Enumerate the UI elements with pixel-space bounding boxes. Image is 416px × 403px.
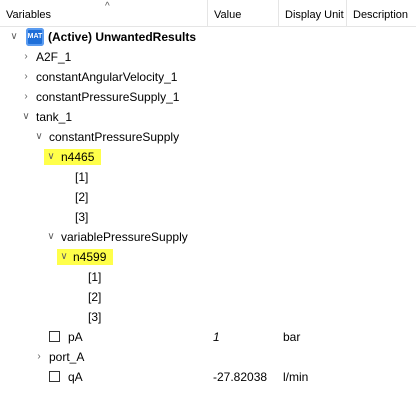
unit-qA[interactable]: l/min xyxy=(283,367,308,387)
tree-row-root[interactable]: ∨ MAT (Active) UnwantedResults xyxy=(0,27,416,47)
tree-row-constant-pressure-supply-1[interactable]: › constantPressureSupply_1 xyxy=(0,87,416,107)
column-header-description[interactable]: Description xyxy=(347,0,416,26)
tree-row-index[interactable]: [1] xyxy=(0,267,416,287)
expand-arrow-icon[interactable]: › xyxy=(20,89,32,105)
tree-label-tank-constant-pressure-supply: constantPressureSupply xyxy=(49,130,180,144)
tree-row-a2f[interactable]: › A2F_1 xyxy=(0,47,416,67)
tree-row-index[interactable]: [2] xyxy=(0,187,416,207)
tree-label-constant-pressure-supply-1: constantPressureSupply_1 xyxy=(36,90,180,104)
tree-row-pA[interactable]: pA 1 bar xyxy=(0,327,416,347)
tree-label-index-1: [1] xyxy=(75,170,89,184)
tree-row-tank-constant-pressure-supply[interactable]: ∨ constantPressureSupply xyxy=(0,127,416,147)
unit-pA[interactable]: bar xyxy=(283,327,300,347)
tree-label-index-3: [3] xyxy=(88,310,102,324)
tree-row-port-A[interactable]: › port_A xyxy=(0,347,416,367)
collapse-arrow-icon[interactable]: ∨ xyxy=(45,229,57,245)
expand-arrow-icon[interactable]: › xyxy=(33,349,45,365)
tree-label-n4599: n4599 xyxy=(73,250,107,264)
tree-row-index[interactable]: [2] xyxy=(0,287,416,307)
mat-file-icon: MAT xyxy=(26,28,44,46)
expand-arrow-icon[interactable]: › xyxy=(20,69,32,85)
plot-checkbox[interactable] xyxy=(49,371,60,382)
column-header-variables[interactable]: Variables xyxy=(0,0,208,26)
tree-row-index[interactable]: [1] xyxy=(0,167,416,187)
tree-label-index-2: [2] xyxy=(88,290,102,304)
tree-label-a2f: A2F_1 xyxy=(36,50,72,64)
tree-label-port-A: port_A xyxy=(49,350,85,364)
tree-label-qA: qA xyxy=(68,370,83,384)
expand-arrow-icon[interactable]: › xyxy=(20,49,32,65)
tree-label-constant-angular-velocity: constantAngularVelocity_1 xyxy=(36,70,178,84)
column-header-display-unit[interactable]: Display Unit xyxy=(279,0,347,26)
tree-row-index[interactable]: [3] xyxy=(0,307,416,327)
collapse-arrow-icon[interactable]: ∨ xyxy=(20,109,32,125)
plot-checkbox[interactable] xyxy=(49,331,60,342)
tree-row-constant-angular-velocity[interactable]: › constantAngularVelocity_1 xyxy=(0,67,416,87)
value-pA[interactable]: 1 xyxy=(213,327,220,347)
tree-label-pA: pA xyxy=(68,330,83,344)
tree-row-tank[interactable]: ∨ tank_1 xyxy=(0,107,416,127)
tree-row-variable-pressure-supply[interactable]: ∨ variablePressureSupply xyxy=(0,227,416,247)
tree-label-n4465: n4465 xyxy=(61,150,95,164)
tree-label-index-1: [1] xyxy=(88,270,102,284)
tree-label-index-3: [3] xyxy=(75,210,89,224)
tree-label-tank: tank_1 xyxy=(36,110,73,124)
tree-row-n4465[interactable]: ∨ n4465 xyxy=(0,147,416,167)
collapse-arrow-icon[interactable]: ∨ xyxy=(45,149,57,165)
tree-label-root: (Active) UnwantedResults xyxy=(48,30,197,44)
collapse-arrow-icon[interactable]: ∨ xyxy=(58,249,70,265)
tree-row-n4599[interactable]: ∨ n4599 xyxy=(0,247,416,267)
tree-row-index[interactable]: [3] xyxy=(0,207,416,227)
tree-row-qA[interactable]: qA -27.82038 l/min xyxy=(0,367,416,387)
value-qA[interactable]: -27.82038 xyxy=(213,367,267,387)
column-header: ^ Variables Value Display Unit Descripti… xyxy=(0,0,416,27)
tree-label-variable-pressure-supply: variablePressureSupply xyxy=(61,230,188,244)
collapse-arrow-icon[interactable]: ∨ xyxy=(33,129,45,145)
column-header-value[interactable]: Value xyxy=(208,0,279,26)
collapse-arrow-icon[interactable]: ∨ xyxy=(8,29,20,45)
tree-label-index-2: [2] xyxy=(75,190,89,204)
